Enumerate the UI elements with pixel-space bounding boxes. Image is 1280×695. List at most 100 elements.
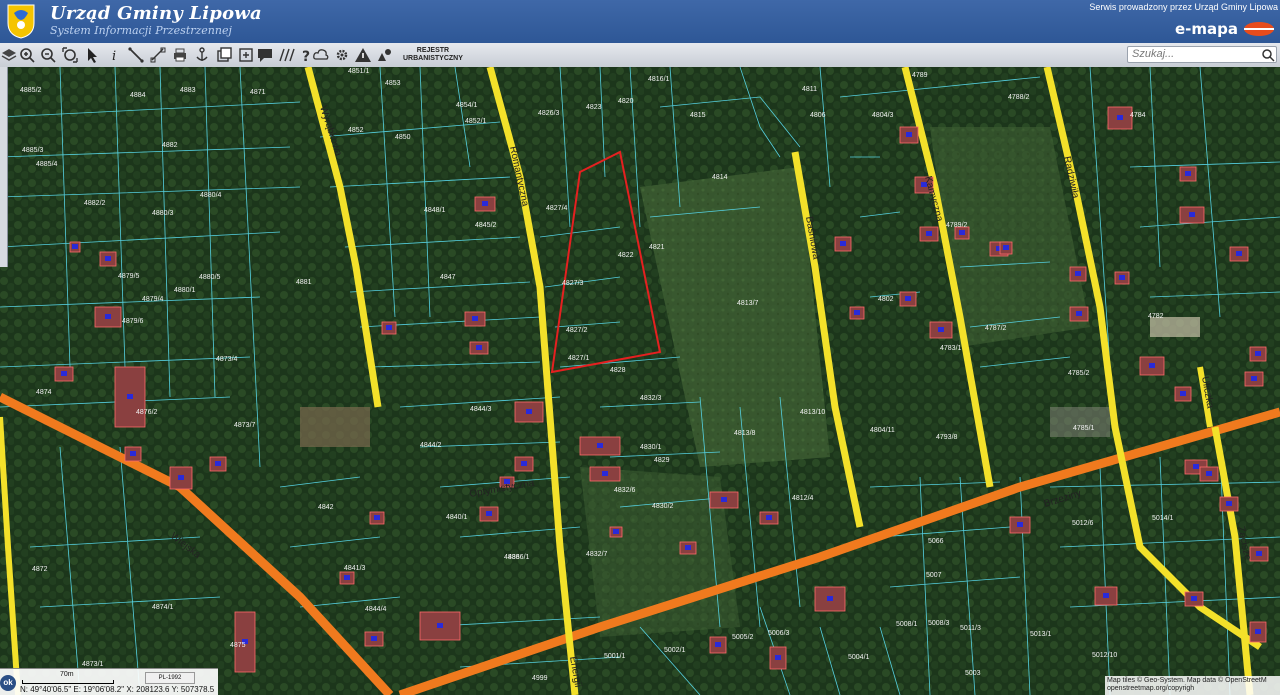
parcel-label: 5002/1	[664, 647, 686, 654]
parcel-label: 4874	[36, 389, 52, 396]
building-marker	[602, 471, 608, 476]
zoom-extent-icon[interactable]	[61, 46, 79, 64]
parcel-label: 4822	[618, 252, 634, 259]
parcel-label: 4827/4	[546, 205, 568, 212]
parcel-label: 4830/2	[652, 503, 674, 510]
building-marker	[1206, 471, 1212, 476]
parcel-label: 4793/8	[936, 434, 958, 441]
building-marker	[1119, 275, 1125, 280]
cloud-icon[interactable]	[312, 46, 330, 64]
parcel-label: 4885/3	[22, 147, 44, 154]
building-marker	[1076, 311, 1082, 316]
search-icon[interactable]	[1261, 48, 1275, 62]
parcel-label: 4783/1	[940, 345, 962, 352]
parcel-label: 4782	[1148, 313, 1164, 320]
parcel-label: 4876/2	[136, 409, 158, 416]
status-bar: ok 70m PL-1992 N: 49°40'06.5" E: 19°06'0…	[0, 668, 218, 695]
parcel-label: 4847	[440, 274, 456, 281]
ok-button[interactable]: ok	[0, 675, 16, 691]
settings-icon[interactable]	[333, 46, 351, 64]
map-view[interactable]: 4885/2 4884 4883 4871 4851/1 4853 4852 4850 4854…	[0, 67, 1280, 695]
measure-line-icon[interactable]	[127, 46, 145, 64]
shapes-icon[interactable]	[375, 46, 393, 64]
left-side-panel[interactable]	[0, 67, 8, 267]
parcel-label: 4812/4	[792, 495, 814, 502]
parcel-label: 4832/7	[586, 551, 608, 558]
building-marker	[344, 575, 350, 580]
building-marker	[1117, 115, 1123, 120]
parcel-label: 4885/4	[36, 161, 58, 168]
building-marker	[1255, 351, 1261, 356]
building-marker	[1189, 212, 1195, 217]
parcel-label: 4821	[649, 244, 665, 251]
print-icon[interactable]	[171, 46, 189, 64]
parcel-label: 5006/3	[768, 630, 790, 637]
parcel-label: 4844/2	[420, 442, 442, 449]
zoom-out-icon[interactable]	[39, 46, 57, 64]
pointer-icon[interactable]	[83, 46, 101, 64]
provider-text: Serwis prowadzony przez Urząd Gminy Lipo…	[1089, 2, 1278, 12]
building-marker	[472, 316, 478, 321]
brand-text[interactable]: e-mapa	[1175, 20, 1238, 38]
parcel-label: 4880/5	[199, 274, 221, 281]
building-marker	[938, 327, 944, 332]
coat-of-arms-logo[interactable]	[6, 3, 36, 39]
building-marker	[105, 314, 111, 319]
building-marker	[721, 497, 727, 502]
layers-icon[interactable]	[0, 46, 18, 64]
building-marker	[926, 231, 932, 236]
rejestr-urbanistyczny-button[interactable]: REJESTR URBANISTYCZNY	[403, 47, 463, 63]
parcel-label: 4830/1	[640, 444, 662, 451]
building-marker	[386, 325, 392, 330]
parcel-label: 4853	[385, 80, 401, 87]
parcel-label: 4880/1	[174, 287, 196, 294]
building-marker	[72, 244, 78, 249]
parcel-label: 4784	[1130, 112, 1146, 119]
rejestr-line2: URBANISTYCZNY	[403, 55, 463, 62]
info-icon[interactable]: i	[105, 46, 123, 64]
parcel-label: 4879/4	[142, 296, 164, 303]
building-marker	[1185, 171, 1191, 176]
export-icon-2[interactable]	[237, 46, 255, 64]
anchor-icon[interactable]	[193, 46, 211, 64]
parcel-label: 4832/3	[640, 395, 662, 402]
parcel-label: 4787/2	[985, 325, 1007, 332]
parcel-label: 4884	[130, 92, 146, 99]
parcel-label: 4879/5	[118, 273, 140, 280]
search-input[interactable]: Szukaj...	[1127, 46, 1277, 63]
building-marker	[1191, 596, 1197, 601]
parcel-label: 4804/11	[870, 427, 895, 434]
building-marker	[906, 132, 912, 137]
parcel-label: 4882/2	[84, 200, 106, 207]
building-marker	[130, 451, 136, 456]
parcel-label: 4813/10	[800, 409, 825, 416]
parcel-label: 4854/1	[456, 102, 478, 109]
hatch-icon[interactable]	[277, 46, 295, 64]
paved-area	[1050, 407, 1110, 437]
parcel-label: 4885/2	[20, 87, 42, 94]
parcel-label: 4845/2	[475, 222, 497, 229]
parcel-label: 4813/7	[737, 300, 759, 307]
parcel-label: 4816/1	[648, 76, 670, 83]
zoom-in-icon[interactable]	[18, 46, 36, 64]
attribution-line2[interactable]: openstreetmap.org/copyrigh	[1107, 685, 1278, 693]
parcel-label: 4873/4	[216, 356, 238, 363]
parcel-label: 5008/1	[896, 621, 918, 628]
emapa-logo[interactable]	[1242, 20, 1276, 38]
export-icon[interactable]	[215, 46, 233, 64]
parcel-label: 4811	[802, 86, 817, 93]
crs-select[interactable]: PL-1992	[145, 672, 195, 684]
comment-icon[interactable]	[256, 46, 274, 64]
parcel-label: 5003	[965, 670, 981, 677]
rejestr-line1: REJESTR	[416, 47, 450, 54]
measure-link-icon[interactable]	[149, 46, 167, 64]
building-marker	[613, 529, 619, 534]
parcel-label: 4829	[654, 457, 670, 464]
parcel-label: 5004/1	[848, 654, 870, 661]
map-canvas[interactable]: 4885/2 4884 4883 4871 4851/1 4853 4852 4850 4854…	[0, 67, 1280, 695]
warning-icon[interactable]	[354, 46, 372, 64]
map-attribution: Map tiles © Geo-System. Map data © OpenS…	[1105, 676, 1280, 695]
parcel-label: 4841/3	[344, 565, 366, 572]
building-marker	[1226, 501, 1232, 506]
parcel-label: 4827/1	[568, 355, 590, 362]
